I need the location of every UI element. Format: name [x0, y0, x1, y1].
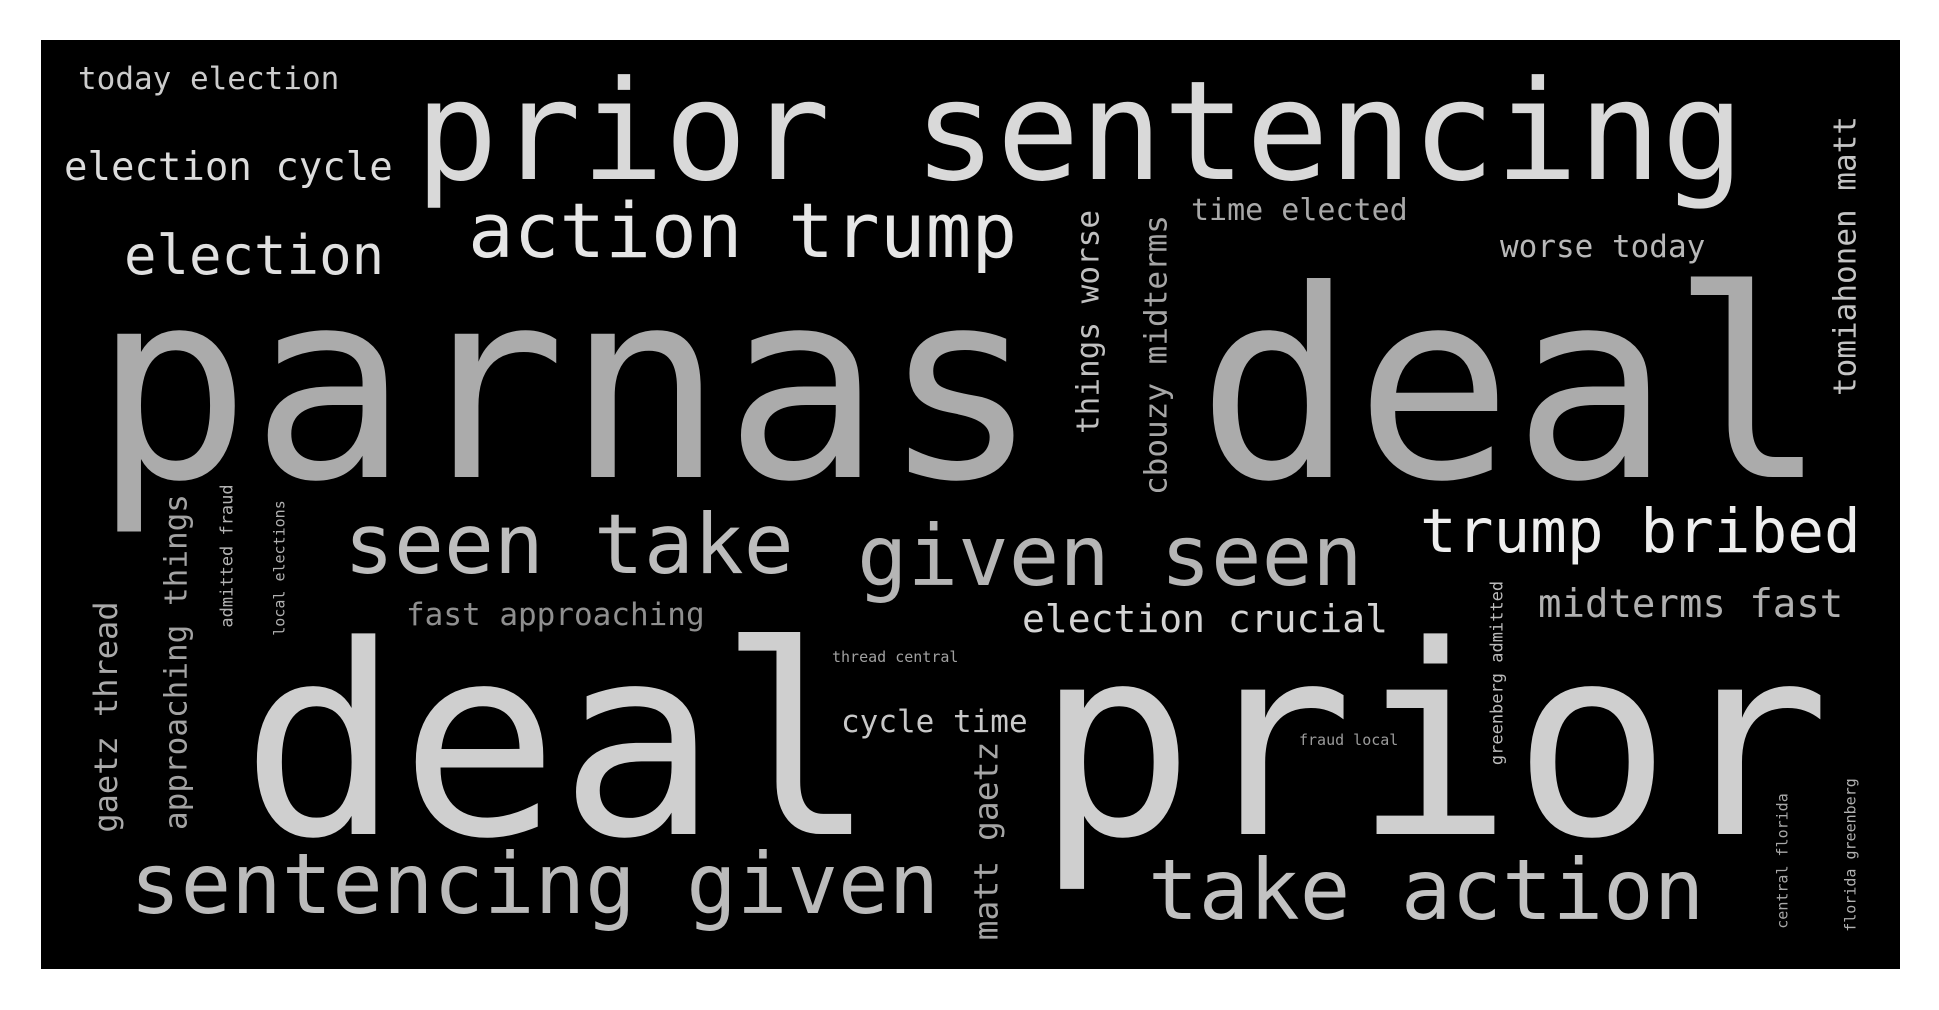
word: prior sentencing — [415, 51, 1745, 212]
word-vertical: matt gaetz — [966, 741, 1006, 941]
word: fraud local — [1299, 731, 1399, 749]
word-cloud: parnas deal deal prior prior sentencing … — [41, 40, 1900, 969]
word: midterms fast — [1538, 582, 1844, 627]
word: parnas deal — [93, 234, 1829, 539]
word-vertical: approaching things — [158, 494, 195, 830]
word-vertical: florida greenberg — [1841, 778, 1860, 932]
word-vertical: tomiahonen matt — [1827, 116, 1864, 396]
word: time elected — [1191, 193, 1408, 228]
word: cycle time — [841, 704, 1028, 740]
word: fast approaching — [406, 597, 705, 633]
word-vertical: things worse — [1070, 210, 1107, 434]
word: election — [124, 224, 385, 287]
word-vertical: central florida — [1773, 793, 1792, 929]
word: trump bribed — [1420, 496, 1861, 567]
word-vertical: greenberg admitted — [1487, 580, 1508, 766]
word: given seen — [857, 507, 1363, 605]
word: thread central — [832, 648, 959, 666]
word: seen take — [344, 496, 794, 593]
word: worse today — [1500, 229, 1706, 265]
word: action trump — [468, 186, 1018, 275]
word: today election — [78, 61, 340, 97]
word-vertical: local elections — [270, 500, 289, 636]
word: election cycle — [64, 145, 393, 190]
word: take action — [1148, 841, 1705, 939]
word-vertical: gaetz thread — [87, 601, 125, 833]
word: election crucial — [1022, 597, 1389, 641]
word-vertical: cbouzy midterms — [1138, 215, 1175, 495]
word: sentencing given — [130, 835, 940, 933]
word-vertical: admitted fraud — [217, 484, 238, 628]
